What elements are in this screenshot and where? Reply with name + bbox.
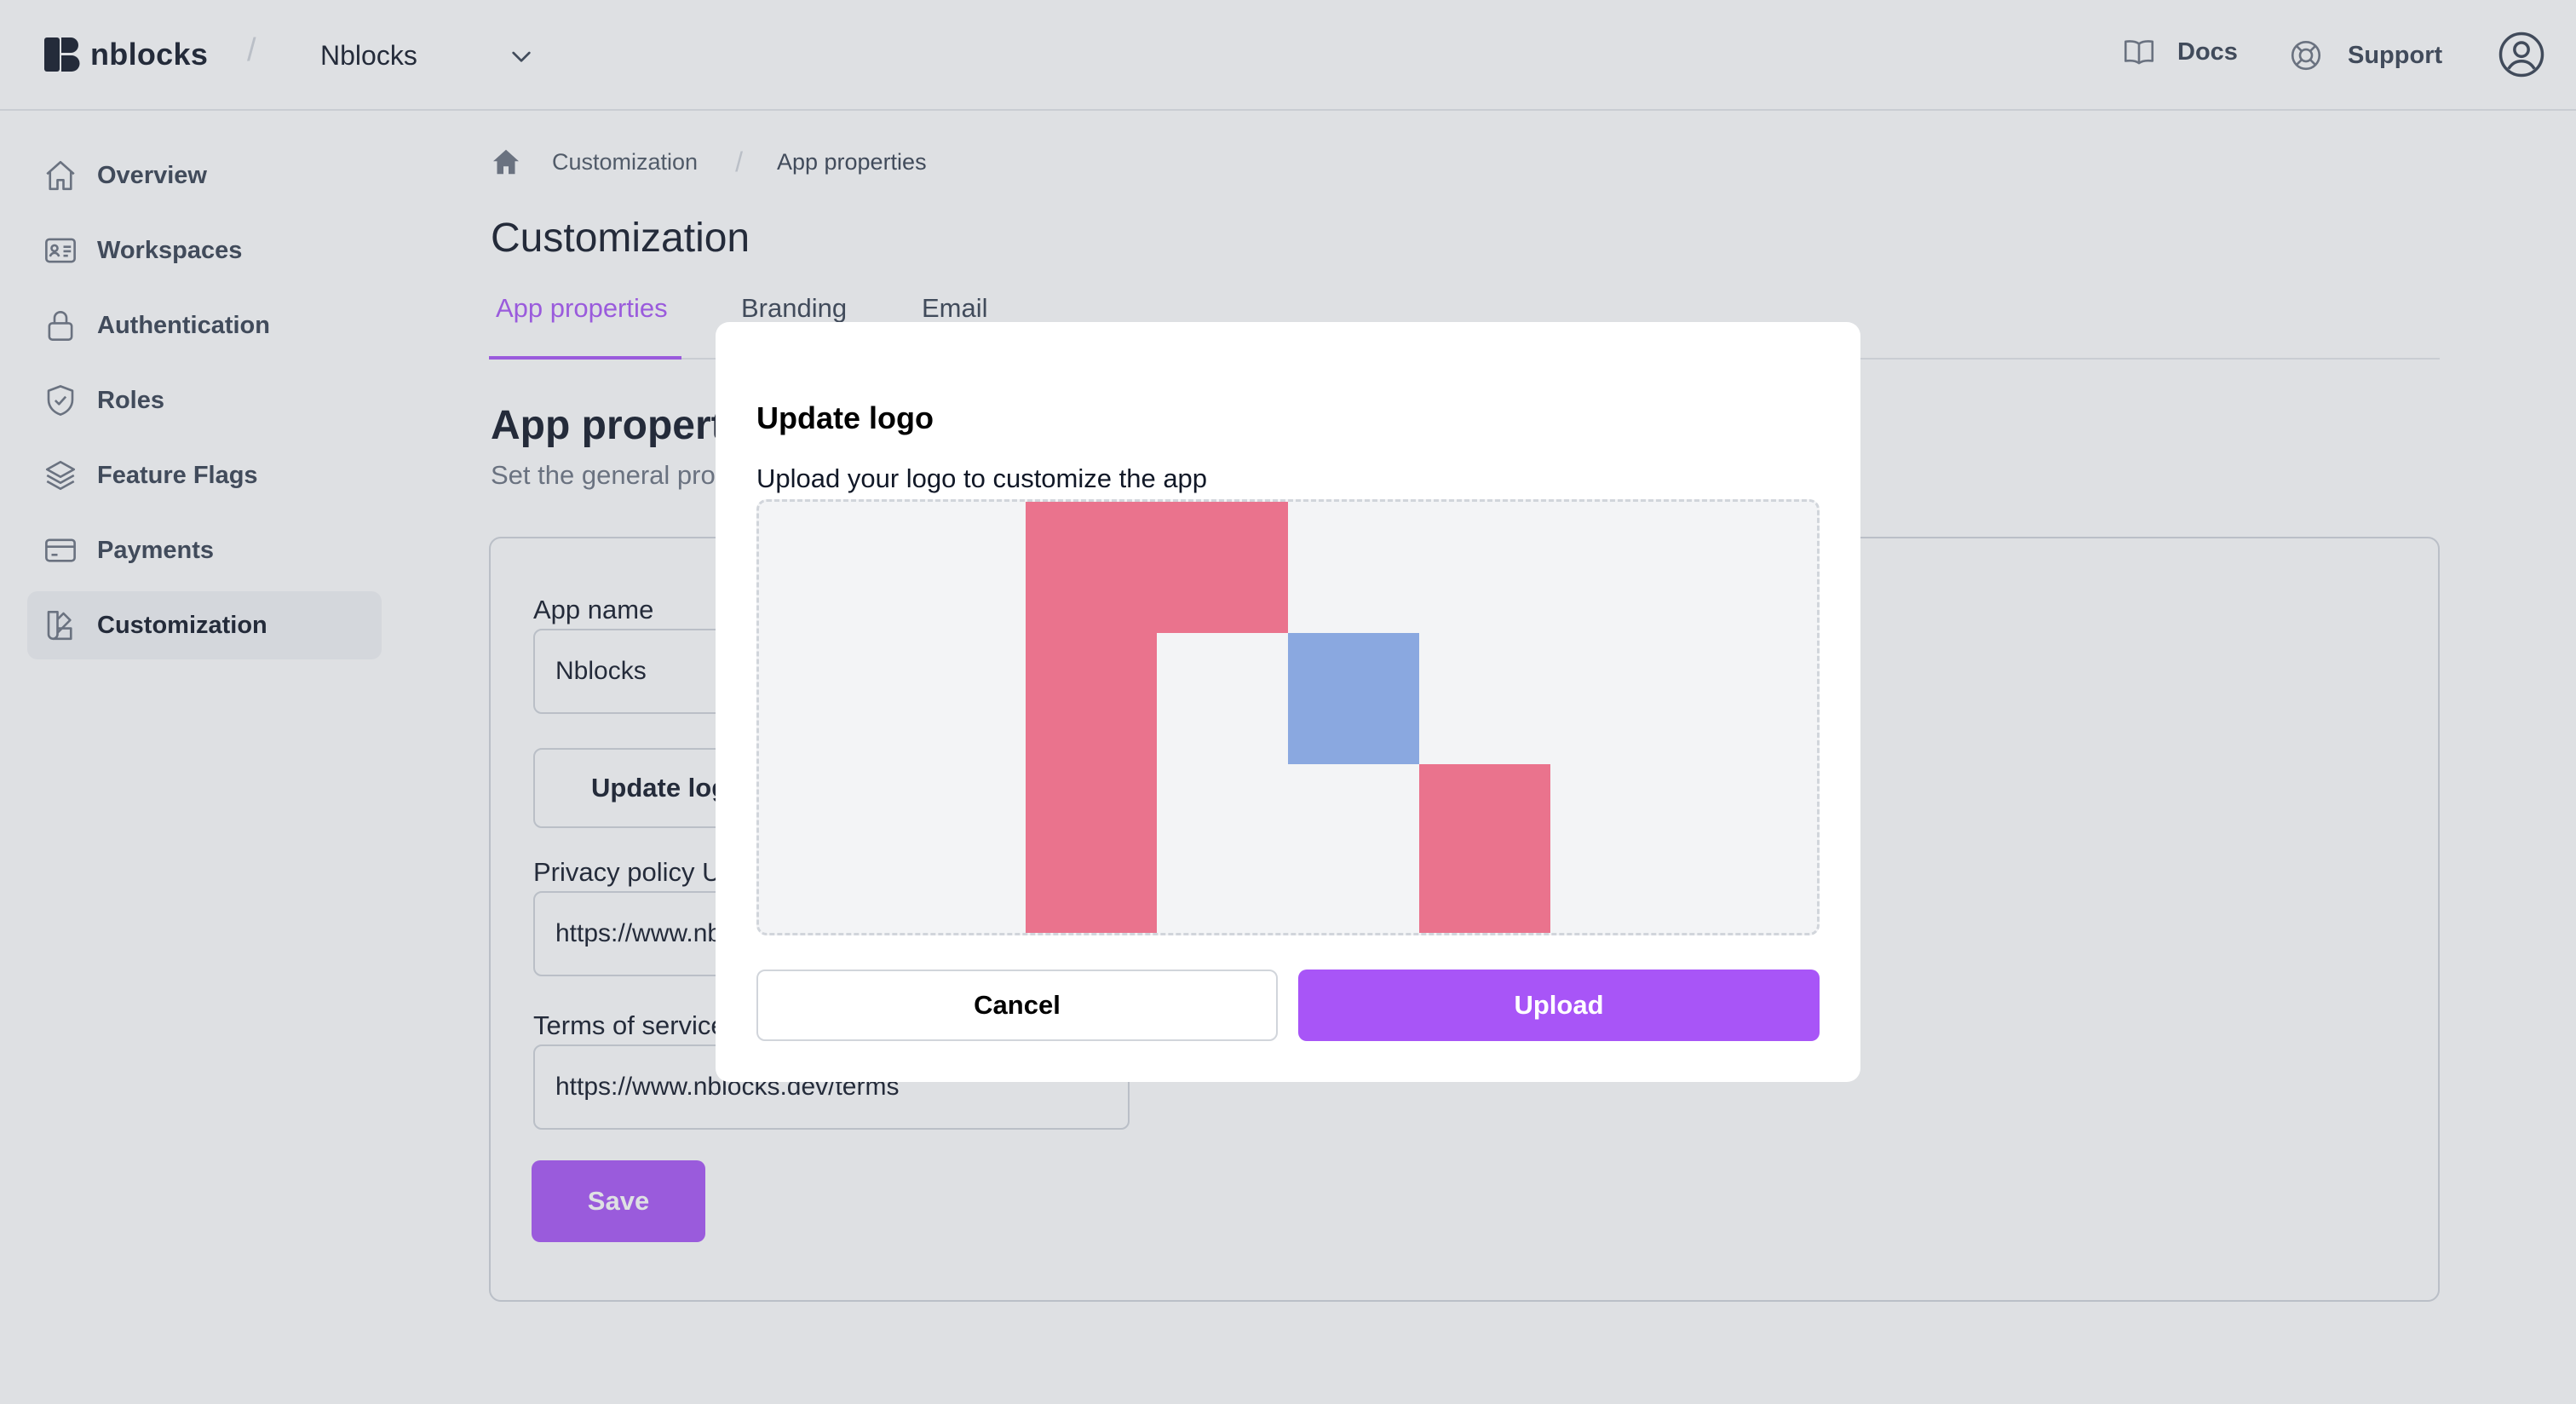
update-logo-modal: Update logo Upload your logo to customiz… [716,322,1860,1082]
modal-subtitle: Upload your logo to customize the app [756,463,1208,493]
logo-block-top [1157,502,1288,633]
logo-dropzone[interactable] [756,499,1820,935]
logo-block-middle [1288,633,1419,764]
app-root: nblocks / Nblocks Docs Support Overview … [0,0,2576,1404]
logo-block-bottom [1419,764,1550,933]
modal-title: Update logo [756,400,934,435]
cancel-button[interactable]: Cancel [756,970,1278,1041]
upload-button[interactable]: Upload [1298,970,1820,1041]
logo-block-tall [1026,502,1157,933]
logo-preview [759,502,1817,933]
